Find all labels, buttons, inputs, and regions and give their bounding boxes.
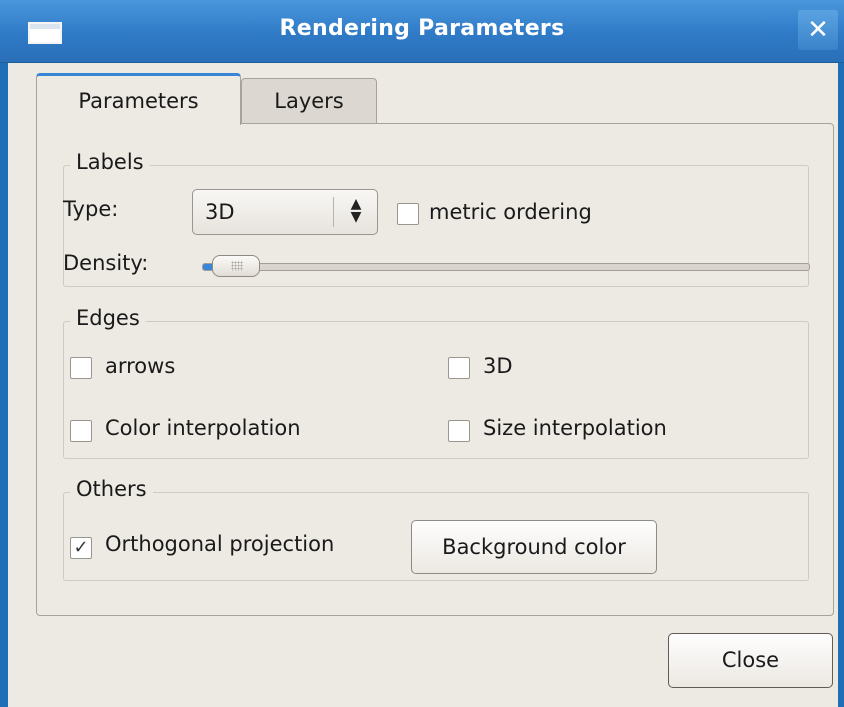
density-slider-handle[interactable]	[212, 255, 260, 277]
metric-ordering-checkbox[interactable]	[397, 203, 419, 225]
close-button-label: Close	[721, 648, 780, 672]
edges-3d-label: 3D	[483, 354, 513, 378]
arrows-checkbox[interactable]	[70, 357, 92, 379]
orthogonal-projection-label: Orthogonal projection	[105, 532, 335, 556]
background-color-button[interactable]: Background color	[411, 520, 657, 574]
edges-3d-checkbox[interactable]	[448, 357, 470, 379]
color-interpolation-label: Color interpolation	[105, 416, 301, 440]
labels-frame-title: Labels	[70, 150, 150, 174]
tab-layers-label: Layers	[274, 89, 344, 113]
size-interpolation-label: Size interpolation	[483, 416, 667, 440]
tab-parameters[interactable]: Parameters	[36, 73, 241, 125]
type-combo-value: 3D	[205, 200, 235, 224]
rendering-parameters-window: Rendering Parameters ✕ Parameters Layers…	[0, 0, 844, 707]
tab-parameters-label: Parameters	[78, 89, 199, 113]
others-frame-title: Others	[70, 477, 153, 501]
combo-separator	[333, 197, 334, 227]
density-slider-track[interactable]	[202, 263, 810, 271]
grip-icon	[231, 261, 243, 271]
orthogonal-projection-checkbox[interactable]: ✓	[70, 537, 92, 559]
window-title: Rendering Parameters	[279, 16, 565, 41]
size-interpolation-checkbox[interactable]	[448, 420, 470, 442]
type-label: Type:	[63, 197, 119, 221]
parameters-panel: Labels Type: 3D ▲ ▼ metric ordering Densi…	[36, 123, 834, 616]
metric-ordering-label: metric ordering	[429, 200, 592, 224]
checkmark-icon: ✓	[73, 537, 89, 558]
tab-layers[interactable]: Layers	[241, 78, 377, 123]
close-icon[interactable]: ✕	[798, 10, 838, 50]
title-bar[interactable]: Rendering Parameters ✕	[0, 0, 844, 63]
color-interpolation-checkbox[interactable]	[70, 420, 92, 442]
density-label: Density:	[63, 251, 149, 275]
background-color-button-label: Background color	[442, 535, 626, 559]
type-combo[interactable]: 3D ▲ ▼	[192, 189, 378, 235]
arrows-label: arrows	[105, 354, 176, 378]
up-down-arrows-icon: ▲ ▼	[350, 196, 362, 225]
close-button[interactable]: Close	[668, 633, 833, 688]
edges-frame-title: Edges	[70, 306, 146, 330]
